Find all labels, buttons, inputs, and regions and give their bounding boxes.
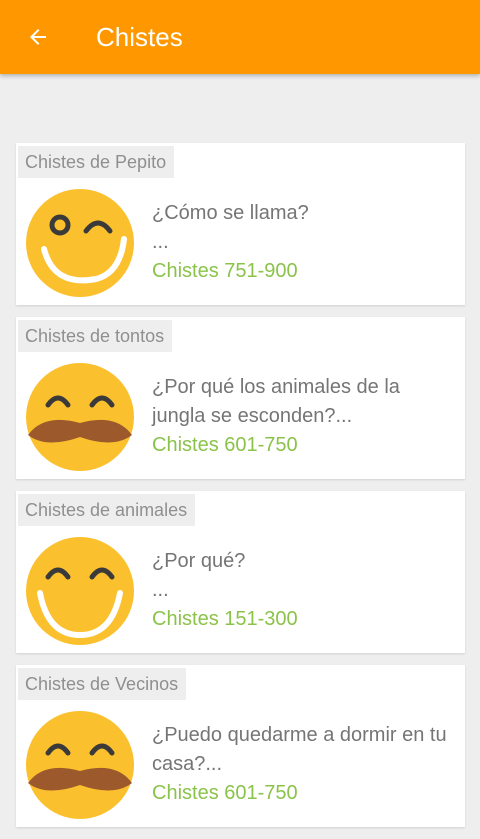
card-text: ¿Cómo se llama? ... Chistes 751-900: [152, 199, 462, 286]
joke-card-pepito[interactable]: Chistes de Pepito ¿Cómo se llama? ... Ch…: [16, 143, 465, 305]
app-bar: Chistes: [0, 0, 480, 74]
card-text: ¿Por qué los animales de la jungla se es…: [152, 373, 462, 460]
joke-preview-line2: jungla se esconden?...: [152, 405, 353, 427]
card-text: ¿Por qué? ... Chistes 151-300: [152, 547, 462, 634]
back-button[interactable]: [18, 17, 58, 57]
winking-smiley-icon: [26, 189, 134, 297]
mustache-smiley-icon: [26, 363, 134, 471]
card-tag: Chistes de tontos: [18, 320, 173, 352]
joke-range: Chistes 601-750: [152, 782, 298, 804]
joke-card-animales[interactable]: Chistes de animales ¿Por qué? ... Chiste…: [16, 491, 465, 653]
arrow-back-icon: [30, 29, 46, 45]
joke-preview-line1: ¿Puedo quedarme a dormir en tu: [152, 724, 447, 746]
joke-range: Chistes 751-900: [152, 260, 298, 282]
card-tag: Chistes de Vecinos: [18, 668, 187, 700]
joke-preview-line2: ...: [152, 231, 169, 253]
card-tag: Chistes de Pepito: [18, 146, 175, 178]
joke-preview-line1: ¿Por qué los animales de la: [152, 376, 400, 398]
page-title: Chistes: [96, 21, 183, 52]
smiley-icon: [26, 537, 134, 645]
joke-range: Chistes 601-750: [152, 434, 298, 456]
joke-category-list: Chistes de Pepito ¿Cómo se llama? ... Ch…: [16, 143, 465, 839]
joke-range: Chistes 151-300: [152, 608, 298, 630]
joke-preview-line1: ¿Cómo se llama?: [152, 202, 309, 224]
card-text: ¿Puedo quedarme a dormir en tu casa?... …: [152, 721, 462, 808]
joke-preview-line2: casa?...: [152, 753, 223, 775]
card-tag: Chistes de animales: [18, 494, 196, 526]
mustache-smiley-icon: [26, 711, 134, 819]
joke-preview-line1: ¿Por qué?: [152, 550, 246, 572]
joke-preview-line2: ...: [152, 579, 169, 601]
joke-card-tontos[interactable]: Chistes de tontos ¿Por qué los animales …: [16, 317, 465, 479]
joke-card-vecinos[interactable]: Chistes de Vecinos ¿Puedo quedarme a dor…: [16, 665, 465, 827]
